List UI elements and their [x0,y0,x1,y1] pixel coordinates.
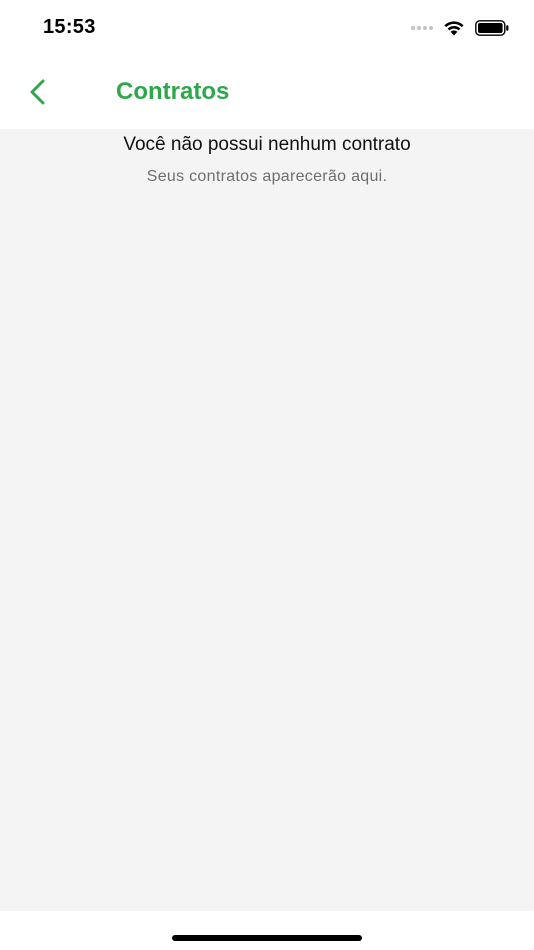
wifi-icon [443,20,465,36]
empty-state-subtitle: Seus contratos aparecerão aqui. [146,168,388,185]
status-bar: 15:53 [0,0,534,56]
empty-state-title: Você não possui nenhum contrato [123,134,411,155]
back-button[interactable] [20,74,56,110]
battery-icon [475,20,509,36]
status-time: 15:53 [43,16,96,38]
signal-icon [411,26,433,30]
nav-header: Contratos [0,56,534,129]
status-icons [411,18,509,38]
contracts-screen: 15:53 Contratos Você não possui nenhum c… [0,0,534,950]
page-title: Contratos [116,78,230,105]
chevron-left-icon [30,79,45,105]
bottom-safe-area [0,911,534,950]
contracts-content: Você não possui nenhum contrato Seus con… [0,129,534,911]
home-indicator[interactable] [172,935,362,941]
